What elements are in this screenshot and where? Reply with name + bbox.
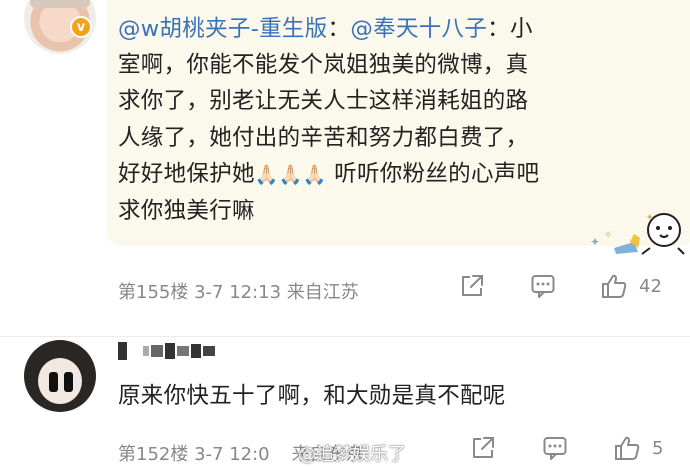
divider: [0, 336, 690, 337]
comment-meta: 第155楼 3-7 12:13 来自江苏: [118, 282, 359, 303]
share-button[interactable]: [470, 435, 496, 461]
thumbs-up-icon: [615, 436, 640, 460]
mention-link[interactable]: @w胡桃夹子-重生版: [118, 16, 328, 42]
comment-icon: [531, 275, 555, 298]
svg-text:✦: ✦: [590, 235, 600, 249]
masked-username: [118, 342, 215, 360]
comment-text: @w胡桃夹子-重生版：@奉天十八子：小 室啊，你能不能发个岚姐独美的微博，真 求…: [118, 16, 540, 225]
like-count: 5: [652, 437, 664, 459]
svg-text:✧: ✧: [604, 230, 612, 241]
like-count: 42: [639, 275, 662, 297]
svg-text:✦: ✦: [646, 213, 654, 223]
comment-icon: [543, 437, 567, 460]
mention-link[interactable]: @奉天十八子: [350, 16, 487, 42]
verified-badge-icon: v: [70, 16, 92, 38]
like-button[interactable]: 42: [601, 273, 662, 299]
comment-text: 原来你快五十了啊，和大勋是真不配呢: [118, 383, 506, 409]
thumbs-up-icon: [602, 274, 627, 298]
comment-button[interactable]: [530, 273, 556, 299]
watermark: @追梦娱乐了: [298, 444, 406, 465]
comment-button[interactable]: [542, 435, 568, 461]
pray-emoji: 🙏🏻🙏🏻🙏🏻: [254, 163, 327, 186]
share-icon: [462, 275, 483, 296]
like-button[interactable]: 5: [614, 435, 663, 461]
share-button[interactable]: [459, 273, 485, 299]
sticker-icon: ✦ ✧ ✦: [590, 213, 685, 255]
share-icon: [473, 437, 494, 458]
user-avatar[interactable]: [24, 340, 96, 412]
